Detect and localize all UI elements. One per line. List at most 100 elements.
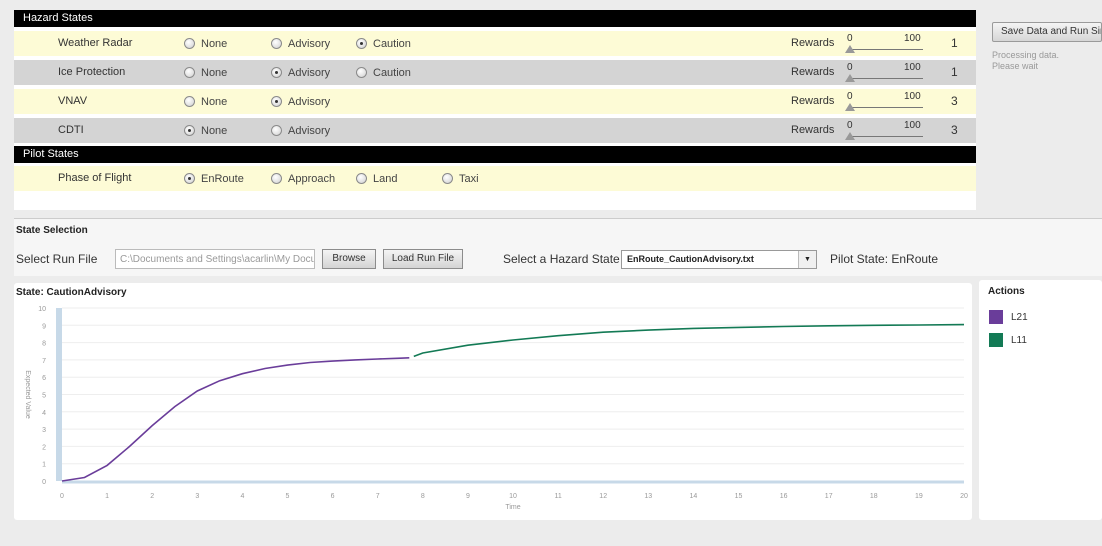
hazard-row-weather-radar: Weather Radar None Advisory Caution Rewa… [14,31,976,56]
x-tick-label: 9 [466,493,470,500]
radio-icon [271,173,282,184]
y-tick-label: 10 [38,306,46,313]
x-tick-label: 20 [960,493,968,500]
reward-value: 1 [951,36,958,50]
radio-phase-taxi[interactable]: Taxi [442,166,479,191]
reward-slider-vnav[interactable]: 0 100 [845,91,935,113]
chart-title: State: CautionAdvisory [16,287,127,298]
hazard-label: Weather Radar [58,37,133,49]
rewards-label: Rewards [791,95,835,107]
radio-weather-advisory[interactable]: Advisory [271,31,330,56]
x-tick-label: 17 [825,493,833,500]
radio-cdti-none[interactable]: None [184,118,227,143]
reward-slider-ice[interactable]: 0 100 [845,62,935,84]
y-axis-bar [56,308,62,481]
legend-swatch [989,310,1003,324]
chart-panel: State: CautionAdvisory 0 1 2 3 4 5 6 7 8 9 10 0 1 2 3 4… [14,283,972,520]
pilot-state-text: Pilot State: EnRoute [830,252,939,266]
radio-selected-icon [271,67,282,78]
reward-value: 3 [951,94,958,108]
radio-vnav-none[interactable]: None [184,89,227,114]
radio-icon [184,67,195,78]
expected-value-chart: 0123456789100 1 2 3 4 5 6 7 8 9 10 11 12 13 14 15 16 17 18… [24,306,968,511]
x-tick-label: 13 [644,493,652,500]
hazard-row-ice-protection: Ice Protection None Advisory Caution Rew… [14,60,976,85]
slider-thumb[interactable] [845,45,855,53]
radio-selected-icon [356,38,367,49]
radio-vnav-advisory[interactable]: Advisory [271,89,330,114]
y-axis-label: Expected Value [24,370,31,419]
y-tick-label: 5 [42,393,46,400]
run-file-path-input[interactable] [115,249,315,269]
reward-slider-weather[interactable]: 0 100 [845,33,935,55]
y-tick-label: 8 [42,341,46,348]
hazard-label: VNAV [58,95,88,107]
slider-thumb[interactable] [845,74,855,82]
hazard-label: CDTI [58,124,84,136]
state-selection-title: State Selection [16,225,88,236]
hazard-states-header: Hazard States [14,10,976,27]
radio-phase-enroute[interactable]: EnRoute [184,166,244,191]
radio-phase-approach[interactable]: Approach [271,166,335,191]
x-axis-label: Time [505,504,520,511]
radio-icon [356,67,367,78]
reward-value: 1 [951,65,958,79]
radio-icon [271,38,282,49]
radio-weather-none[interactable]: None [184,31,227,56]
processing-status: Processing data. Please wait [992,50,1060,71]
radio-icon [184,38,195,49]
radio-selected-icon [184,173,195,184]
legend-item-l21: L21 [989,310,1028,324]
pilot-states-header: Pilot States [14,146,976,163]
radio-icon [356,173,367,184]
radio-selected-icon [184,125,195,136]
rewards-label: Rewards [791,66,835,78]
series-line-l11 [413,323,965,358]
radio-icon [184,96,195,107]
save-and-run-button[interactable]: Save Data and Run Simulation [992,22,1102,42]
load-run-file-button[interactable]: Load Run File [383,249,463,269]
legend-swatch [989,333,1003,347]
hazard-label: Ice Protection [58,66,126,78]
x-tick-label: 11 [554,493,561,500]
hazard-state-label: Select a Hazard State [503,252,620,266]
x-tick-label: 2 [150,493,154,500]
hazard-row-cdti: CDTI None Advisory Rewards 0 100 3 [14,118,976,143]
x-tick-label: 3 [195,493,199,500]
x-tick-label: 4 [240,493,244,500]
y-tick-label: 9 [42,323,46,330]
reward-slider-cdti[interactable]: 0 100 [845,120,935,142]
chevron-down-icon[interactable]: ▼ [798,251,816,268]
pilot-row-phase-of-flight: Phase of Flight EnRoute Approach Land Ta… [14,166,976,191]
browse-button[interactable]: Browse [322,249,376,269]
x-tick-label: 16 [780,493,788,500]
x-tick-label: 10 [509,493,517,500]
x-tick-label: 15 [735,493,743,500]
slider-thumb[interactable] [845,103,855,111]
y-tick-label: 0 [42,479,46,486]
hazard-panel: Hazard States Weather Radar None Advisor… [14,10,976,210]
slider-thumb[interactable] [845,132,855,140]
radio-selected-icon [271,96,282,107]
reward-value: 3 [951,123,958,137]
x-tick-label: 19 [915,493,923,500]
radio-cdti-advisory[interactable]: Advisory [271,118,330,143]
radio-weather-caution[interactable]: Caution [356,31,411,56]
rewards-label: Rewards [791,37,835,49]
hazard-row-vnav: VNAV None Advisory Rewards 0 100 3 [14,89,976,114]
radio-icon [442,173,453,184]
radio-ice-caution[interactable]: Caution [356,60,411,85]
x-tick-label: 14 [690,493,698,500]
x-tick-label: 12 [599,493,607,500]
radio-ice-none[interactable]: None [184,60,227,85]
hazard-state-select[interactable]: EnRoute_CautionAdvisory.txt ▼ [621,250,817,269]
series-line-l21 [61,357,410,482]
legend-item-l11: L11 [989,333,1027,347]
pilot-label: Phase of Flight [58,172,132,184]
radio-ice-advisory[interactable]: Advisory [271,60,330,85]
x-tick-label: 18 [870,493,878,500]
x-tick-label: 0 [60,493,64,500]
radio-phase-land[interactable]: Land [356,166,397,191]
x-tick-label: 1 [105,493,109,500]
radio-icon [271,125,282,136]
